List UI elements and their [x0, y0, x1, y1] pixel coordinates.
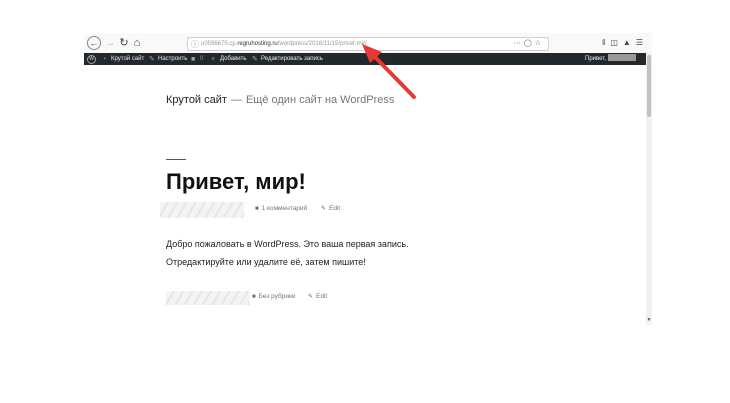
red-arrow-annotation	[362, 44, 416, 99]
red-arrow-shaft	[371, 53, 416, 99]
